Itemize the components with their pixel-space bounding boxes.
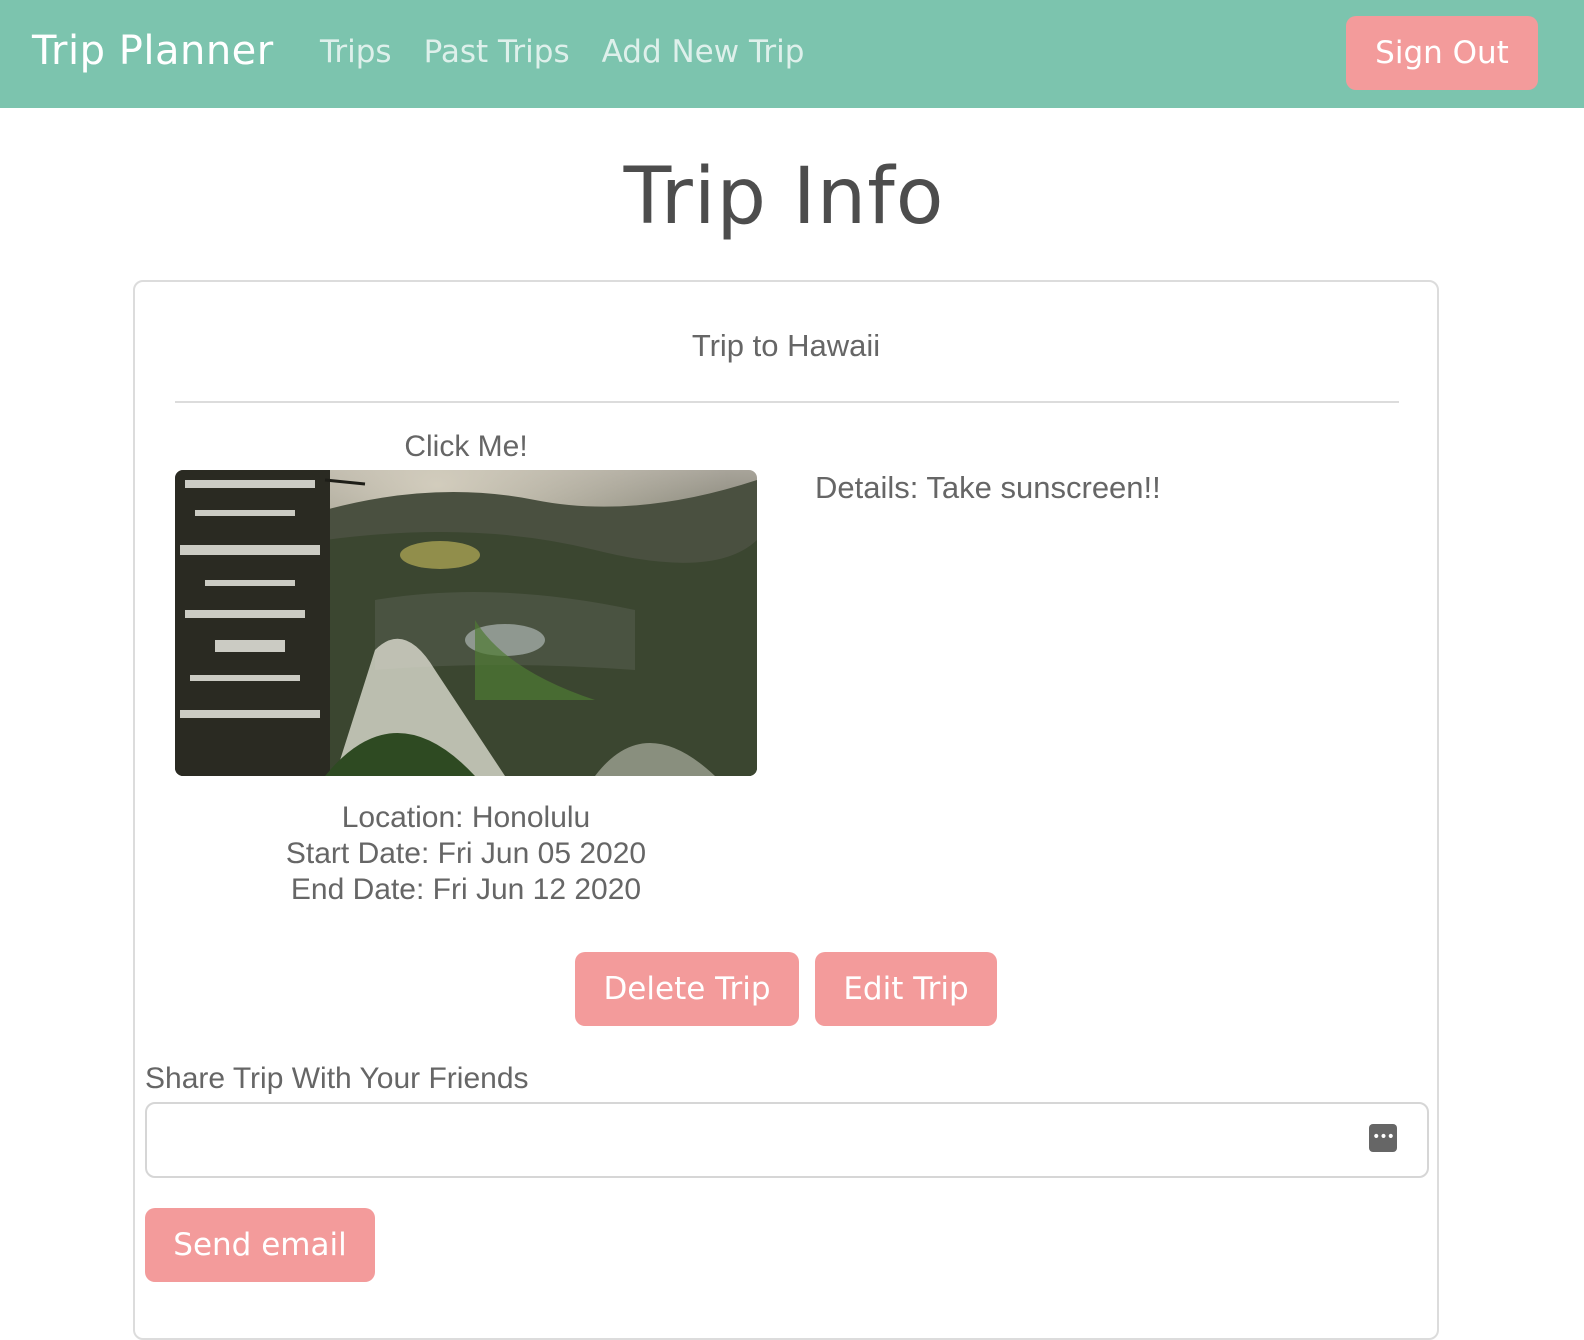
trip-location: Location: Honolulu bbox=[341, 801, 591, 834]
trip-end-date: End Date: Fri Jun 12 2020 bbox=[290, 873, 642, 906]
password-manager-icon[interactable]: ••• bbox=[1369, 1124, 1397, 1152]
delete-trip-button[interactable]: Delete Trip bbox=[575, 952, 799, 1026]
trip-start-date: Start Date: Fri Jun 05 2020 bbox=[285, 837, 647, 870]
nav-link-add-new-trip[interactable]: Add New Trip bbox=[602, 34, 805, 70]
brand-logo[interactable]: Trip Planner bbox=[32, 28, 274, 74]
send-email-button[interactable]: Send email bbox=[145, 1208, 375, 1282]
trip-title: Trip to Hawaii bbox=[691, 328, 881, 363]
image-caption: Click Me! bbox=[404, 430, 528, 463]
trip-details: Details: Take sunscreen!! bbox=[815, 470, 1161, 505]
share-label: Share Trip With Your Friends bbox=[145, 1062, 529, 1095]
nav-links: Trips Past Trips Add New Trip bbox=[320, 34, 804, 70]
nav-link-trips[interactable]: Trips bbox=[320, 34, 392, 70]
share-email-input[interactable] bbox=[145, 1102, 1429, 1178]
trip-card: Trip to Hawaii Click Me! Location: Honol… bbox=[133, 280, 1439, 1340]
nav-link-past-trips[interactable]: Past Trips bbox=[424, 34, 570, 70]
navbar: Trip Planner Trips Past Trips Add New Tr… bbox=[0, 0, 1584, 108]
sign-out-button[interactable]: Sign Out bbox=[1346, 16, 1538, 90]
trip-photo[interactable] bbox=[175, 470, 757, 776]
divider bbox=[175, 401, 1399, 403]
page-title: Trip Info bbox=[623, 152, 945, 242]
trip-info: Location: Honolulu Start Date: Fri Jun 0… bbox=[175, 800, 757, 908]
edit-trip-button[interactable]: Edit Trip bbox=[815, 952, 997, 1026]
